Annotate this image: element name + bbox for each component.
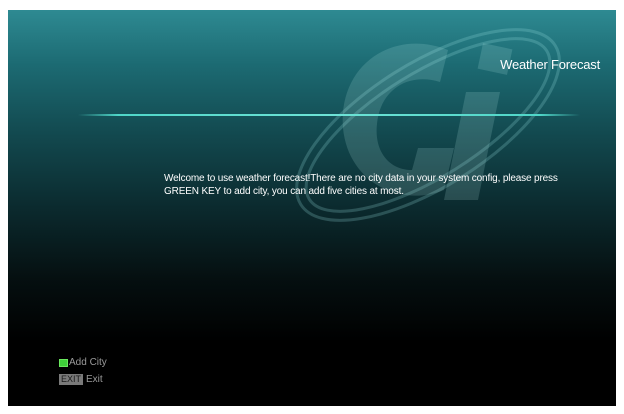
message-line: GREEN KEY to add city, you can add five … xyxy=(164,186,404,197)
header-divider xyxy=(78,114,580,116)
message-line: Welcome to use weather forecast!There ar… xyxy=(164,173,558,184)
exit-key-icon: EXIT xyxy=(59,374,84,385)
add-city-label: Add City xyxy=(69,357,107,368)
exit-hint[interactable]: EXIT Exit xyxy=(59,371,107,388)
no-city-message: Welcome to use weather forecast!There ar… xyxy=(164,172,594,198)
key-legend: Add City EXIT Exit xyxy=(59,354,107,388)
exit-label: Exit xyxy=(86,374,103,385)
page-title: Weather Forecast xyxy=(500,57,600,72)
weather-forecast-screen: Weather Forecast Welcome to use weather … xyxy=(8,10,616,406)
add-city-hint[interactable]: Add City xyxy=(59,354,107,371)
gi-logo-watermark xyxy=(295,28,561,222)
green-key-icon xyxy=(59,358,68,367)
